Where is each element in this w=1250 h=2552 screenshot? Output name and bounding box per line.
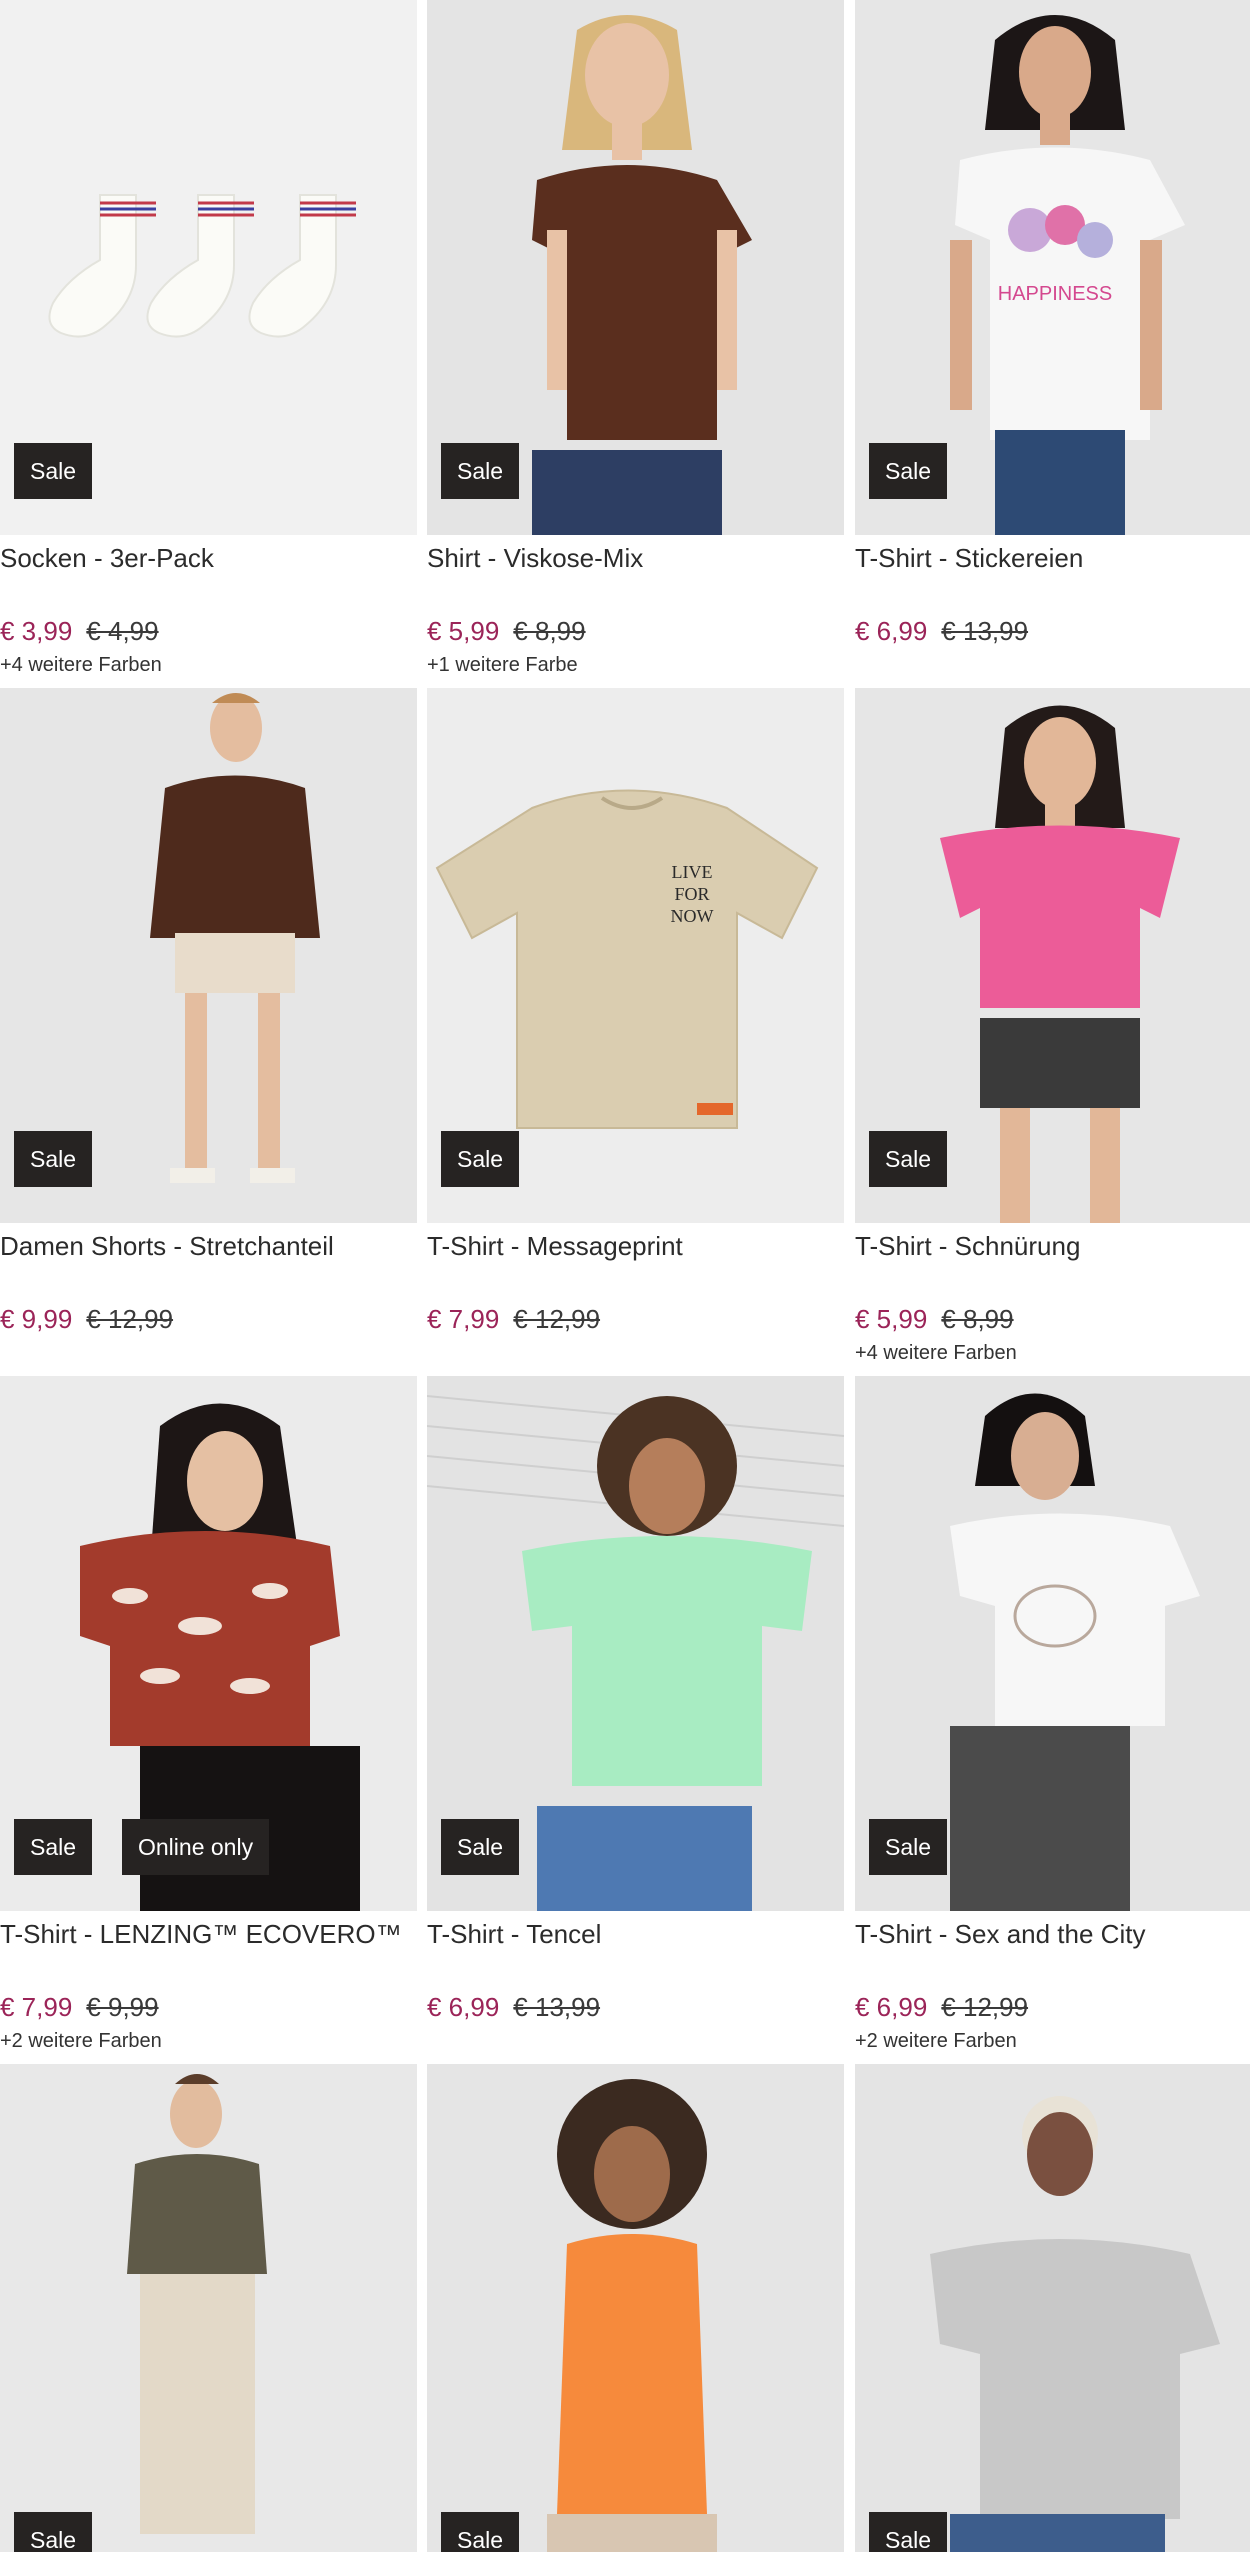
svg-text:FOR: FOR <box>674 884 709 904</box>
more-colors[interactable]: +4 weitere Farben <box>855 1342 1017 1365</box>
sale-badge: Sale <box>441 1131 520 1187</box>
current-price: € 5,99 <box>855 1304 928 1334</box>
online-only-badge: Online only <box>122 1819 270 1875</box>
more-colors[interactable]: +4 weitere Farben <box>0 654 162 677</box>
product-image[interactable]: Sale <box>427 1376 844 1911</box>
product-card[interactable]: Sale Socken - 3er-Pack € 3,99 € 4,99 +4 w… <box>0 0 417 688</box>
product-title[interactable]: T-Shirt - Stickereien <box>855 543 1083 574</box>
product-image[interactable]: Sale <box>855 688 1250 1223</box>
sale-badge: Sale <box>441 1819 520 1875</box>
product-image[interactable]: Sale <box>855 2064 1250 2552</box>
product-price: € 7,99 € 9,99 <box>0 1992 159 2023</box>
sale-badge: Sale <box>441 443 520 499</box>
product-card[interactable]: Sale <box>0 2064 417 2552</box>
sale-badge: Sale <box>869 2512 948 2552</box>
product-price: € 6,99 € 13,99 <box>855 616 1028 647</box>
old-price: € 12,99 <box>941 1992 1029 2022</box>
svg-text:LIVE: LIVE <box>672 862 713 882</box>
current-price: € 9,99 <box>0 1304 73 1334</box>
sale-badge: Sale <box>869 1131 948 1187</box>
sale-badge: Sale <box>869 443 948 499</box>
product-card[interactable]: HAPPINESS Sale T-Shirt - Stickereien € 6… <box>855 0 1250 688</box>
product-title[interactable]: T-Shirt - Tencel <box>427 1919 601 1950</box>
product-card[interactable]: Sale T-Shirt - Tencel € 6,99 € 13,99 <box>427 1376 844 2064</box>
old-price: € 12,99 <box>513 1304 601 1334</box>
old-price: € 9,99 <box>86 1992 159 2022</box>
product-image[interactable]: Sale <box>0 688 417 1223</box>
current-price: € 7,99 <box>427 1304 500 1334</box>
sale-badge: Sale <box>14 443 93 499</box>
sale-badge: Sale <box>14 1131 93 1187</box>
product-image[interactable]: Sale Online only <box>0 1376 417 1911</box>
product-price: € 5,99 € 8,99 <box>427 616 586 647</box>
model-khaki-tee <box>127 2074 267 2534</box>
product-image[interactable]: Sale <box>427 2064 844 2552</box>
product-title[interactable]: T-Shirt - Messageprint <box>427 1231 683 1262</box>
current-price: € 6,99 <box>855 1992 928 2022</box>
product-image[interactable]: LIVE FOR NOW Sale <box>427 688 844 1223</box>
product-card[interactable]: Sale <box>855 2064 1250 2552</box>
product-card[interactable]: Sale Damen Shorts - Stretchanteil € 9,99… <box>0 688 417 1376</box>
sale-badge: Sale <box>14 2512 93 2552</box>
product-title[interactable]: T-Shirt - Sex and the City <box>855 1919 1145 1950</box>
product-price: € 6,99 € 12,99 <box>855 1992 1028 2023</box>
product-card[interactable]: Sale <box>427 2064 844 2552</box>
more-colors[interactable]: +2 weitere Farben <box>0 2030 162 2053</box>
old-price: € 8,99 <box>513 616 586 646</box>
product-image[interactable]: Sale <box>0 2064 417 2552</box>
more-colors[interactable]: +2 weitere Farben <box>855 2030 1017 2053</box>
product-card[interactable]: Sale Shirt - Viskose-Mix € 5,99 € 8,99 +1… <box>427 0 844 688</box>
model-orange-tank <box>547 2079 717 2552</box>
product-image[interactable]: Sale <box>855 1376 1250 1911</box>
current-price: € 6,99 <box>427 1992 500 2022</box>
product-price: € 3,99 € 4,99 <box>0 616 159 647</box>
product-image[interactable]: HAPPINESS Sale <box>855 0 1250 535</box>
product-title[interactable]: Damen Shorts - Stretchanteil <box>0 1231 334 1262</box>
product-card[interactable]: Sale T-Shirt - Schnürung € 5,99 € 8,99 +4… <box>855 688 1250 1376</box>
product-image[interactable]: Sale <box>427 0 844 535</box>
current-price: € 3,99 <box>0 616 73 646</box>
product-title[interactable]: T-Shirt - Schnürung <box>855 1231 1080 1262</box>
sale-badge: Sale <box>14 1819 93 1875</box>
product-price: € 7,99 € 12,99 <box>427 1304 600 1335</box>
product-title[interactable]: Shirt - Viskose-Mix <box>427 543 643 574</box>
product-card[interactable]: LIVE FOR NOW Sale T-Shirt - Messageprint… <box>427 688 844 1376</box>
current-price: € 7,99 <box>0 1992 73 2022</box>
current-price: € 6,99 <box>855 616 928 646</box>
sale-badge: Sale <box>869 1819 948 1875</box>
product-card[interactable]: Sale T-Shirt - Sex and the City € 6,99 € … <box>855 1376 1250 2064</box>
product-title[interactable]: Socken - 3er-Pack <box>0 543 214 574</box>
svg-text:NOW: NOW <box>671 906 714 926</box>
current-price: € 5,99 <box>427 616 500 646</box>
more-colors[interactable]: +1 weitere Farbe <box>427 654 578 677</box>
old-price: € 13,99 <box>941 616 1029 646</box>
model-grey-polo <box>930 2096 1220 2552</box>
product-image[interactable]: Sale <box>0 0 417 535</box>
product-title[interactable]: T-Shirt - LENZING™ ECOVERO™ <box>0 1919 402 1950</box>
product-price: € 9,99 € 12,99 <box>0 1304 173 1335</box>
product-grid: Sale Socken - 3er-Pack € 3,99 € 4,99 +4 w… <box>0 0 1250 2552</box>
old-price: € 8,99 <box>941 1304 1014 1334</box>
sale-badge: Sale <box>441 2512 520 2552</box>
old-price: € 4,99 <box>86 616 159 646</box>
svg-text:HAPPINESS: HAPPINESS <box>998 283 1112 305</box>
old-price: € 13,99 <box>513 1992 601 2022</box>
product-price: € 5,99 € 8,99 <box>855 1304 1014 1335</box>
product-price: € 6,99 € 13,99 <box>427 1992 600 2023</box>
product-card[interactable]: Sale Online only T-Shirt - LENZING™ ECOV… <box>0 1376 417 2064</box>
old-price: € 12,99 <box>86 1304 174 1334</box>
